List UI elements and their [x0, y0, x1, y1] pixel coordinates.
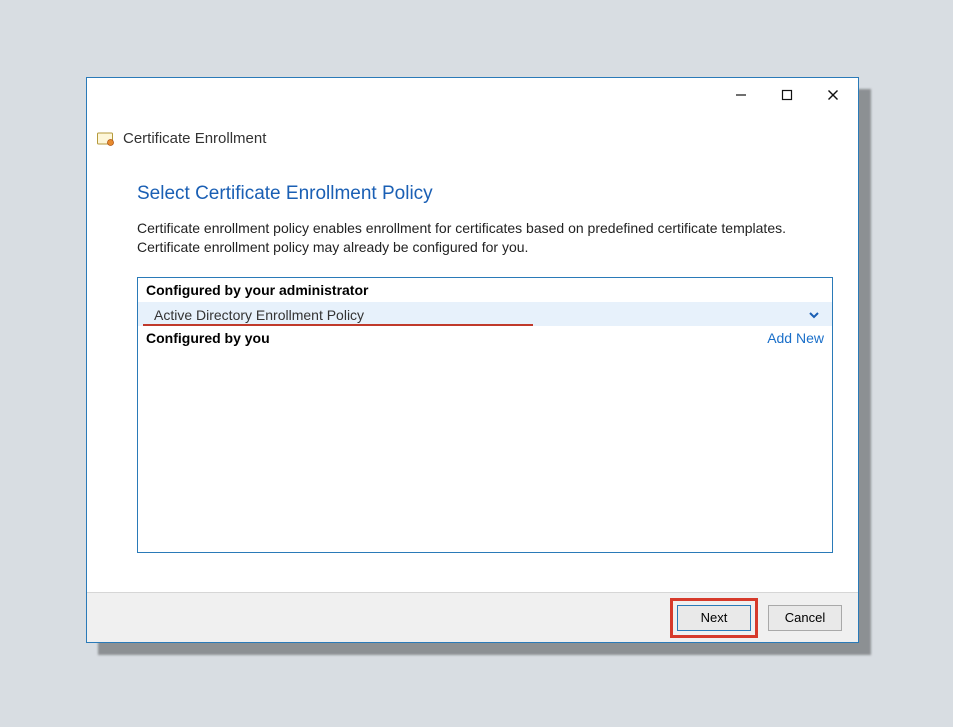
wizard-title: Certificate Enrollment: [123, 130, 266, 147]
admin-section-label: Configured by your administrator: [146, 282, 368, 298]
page-description: Certificate enrollment policy enables en…: [137, 219, 808, 257]
admin-section-header: Configured by your administrator: [138, 278, 832, 302]
wizard-header: Certificate Enrollment: [87, 130, 858, 153]
wizard-content: Select Certificate Enrollment Policy Cer…: [87, 153, 858, 592]
maximize-button[interactable]: [764, 80, 810, 110]
add-new-link[interactable]: Add New: [767, 330, 824, 346]
user-section-label: Configured by you: [146, 330, 270, 346]
close-button[interactable]: [810, 80, 856, 110]
chevron-down-icon: [808, 307, 822, 323]
highlight-underline: [143, 324, 533, 326]
wizard-footer: Next Cancel: [87, 592, 858, 642]
policy-list-box: Configured by your administrator Active …: [137, 277, 833, 553]
cancel-button[interactable]: Cancel: [768, 605, 842, 631]
certificate-icon: [97, 131, 115, 147]
next-button-highlight: Next: [670, 598, 758, 638]
minimize-button[interactable]: [718, 80, 764, 110]
policy-name-label: Active Directory Enrollment Policy: [154, 307, 364, 323]
next-button[interactable]: Next: [677, 605, 751, 631]
page-heading: Select Certificate Enrollment Policy: [137, 183, 808, 205]
titlebar: [87, 78, 858, 112]
wizard-window: Certificate Enrollment Select Certificat…: [86, 77, 859, 643]
user-section-header: Configured by you Add New: [138, 326, 832, 350]
policy-row-ad[interactable]: Active Directory Enrollment Policy: [138, 302, 832, 326]
